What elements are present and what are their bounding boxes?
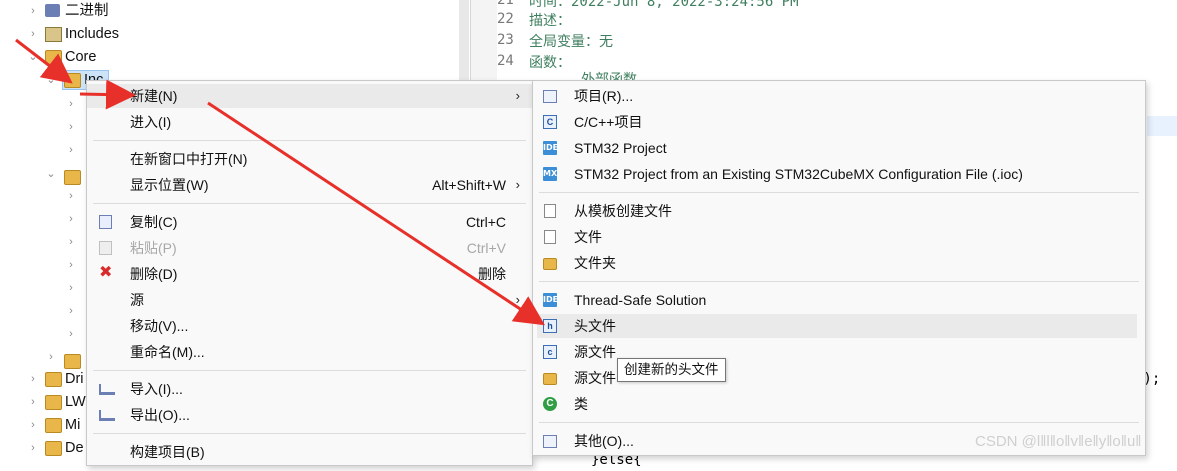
annotation-arrows: [15, 38, 546, 326]
annotation-arrow: [79, 79, 136, 110]
annotation-arrow: [15, 38, 73, 84]
annotation-arrow: [207, 101, 546, 326]
